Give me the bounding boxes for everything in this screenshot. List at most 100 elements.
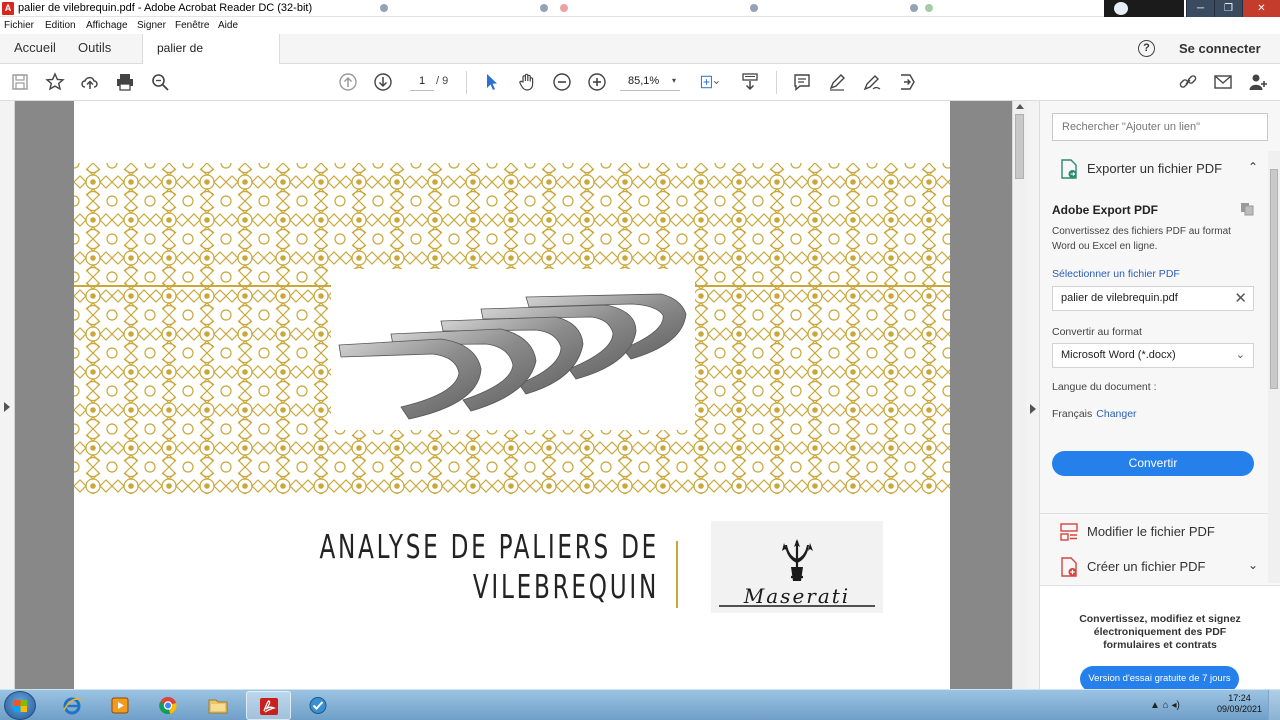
clock-time: 17:24 [1228, 693, 1251, 703]
tools-pane-scrollbar[interactable] [1268, 151, 1280, 583]
export-pdf-tool[interactable]: Exporter un fichier PDF ⌃ [1040, 151, 1268, 187]
selected-file-name: palier de vilebrequin.pdf [1061, 292, 1178, 304]
taskbar-file-explorer[interactable] [196, 691, 241, 720]
tab-document[interactable]: palier de vilebrequin...× [142, 34, 280, 83]
maximize-button[interactable]: ❐ [1214, 0, 1242, 17]
start-button[interactable] [4, 691, 36, 720]
create-pdf-icon [1061, 557, 1077, 577]
zoom-out-icon[interactable] [552, 72, 572, 92]
convert-button[interactable]: Convertir [1052, 451, 1254, 476]
export-card-description: Convertissez des fichiers PDF au format … [1052, 226, 1231, 252]
bookmark-star-icon[interactable] [45, 72, 65, 92]
media-player-icon [111, 697, 129, 714]
remove-file-icon[interactable]: ✕ [1234, 287, 1247, 310]
collapse-right-icon [1030, 404, 1036, 414]
document-title-line-2: VILEBREQUIN [472, 567, 659, 606]
sign-pen-icon[interactable] [862, 72, 882, 92]
comment-icon[interactable] [792, 72, 812, 92]
page-number-input[interactable]: 1 [410, 74, 434, 91]
add-user-icon[interactable] [1248, 72, 1268, 92]
pdf-page: ANALYSE DE PALIERS DE VILEBREQUIN Masera… [74, 101, 950, 689]
background-window-tabs [350, 0, 1100, 17]
convert-format-select[interactable]: Microsoft Word (*.docx) ⌄ [1052, 343, 1254, 368]
select-pdf-link[interactable]: Sélectionner un fichier PDF [1052, 268, 1180, 280]
sign-in-link[interactable]: Se connecter [1179, 41, 1261, 56]
document-language: Français Changer [1052, 408, 1137, 420]
close-button[interactable]: ✕ [1242, 0, 1280, 17]
chevron-down-icon: ⌄ [1235, 349, 1245, 361]
export-card-title: Adobe Export PDF [1052, 203, 1159, 217]
minimize-button[interactable]: ─ [1186, 0, 1214, 17]
expand-left-icon [4, 402, 10, 412]
taskbar-internet-explorer[interactable] [50, 691, 95, 720]
right-panel-toggle[interactable] [1026, 101, 1040, 689]
document-title-line-1: ANALYSE DE PALIERS DE [319, 527, 659, 566]
thrust-washers-image [331, 269, 695, 430]
create-pdf-tool[interactable]: Créer un fichier PDF ⌄ [1040, 549, 1268, 585]
internet-explorer-icon [63, 697, 82, 715]
select-pointer-icon[interactable] [482, 72, 502, 92]
menu-fichier[interactable]: Fichier [4, 20, 34, 31]
maserati-logo: Maserati [711, 521, 883, 613]
change-language-link[interactable]: Changer [1096, 408, 1136, 420]
selected-file-field: palier de vilebrequin.pdf ✕ [1052, 286, 1254, 311]
edit-pdf-icon [1060, 523, 1078, 541]
clock[interactable]: 17:24 09/09/2021 [1217, 693, 1262, 715]
share-send-icon[interactable] [897, 72, 917, 92]
check-app-icon [309, 697, 327, 714]
taskbar-acrobat-reader[interactable] [246, 691, 291, 720]
title-bar: A palier de vilebrequin.pdf - Adobe Acro… [0, 0, 1280, 17]
cloud-upload-icon[interactable] [80, 72, 100, 92]
show-desktop-button[interactable] [1268, 690, 1280, 720]
zoom-level-select[interactable]: 85,1% ▾ [620, 74, 680, 91]
expand-chevron-icon[interactable]: ⌄ [1248, 558, 1258, 572]
acrobat-app-icon: A [2, 2, 14, 15]
highlight-pen-icon[interactable] [827, 72, 847, 92]
menu-affichage[interactable]: Affichage [86, 20, 128, 31]
menu-edition[interactable]: Edition [45, 20, 76, 31]
taskbar-media-player[interactable] [98, 691, 143, 720]
tab-accueil[interactable]: Accueil [0, 34, 70, 64]
left-panel-toggle[interactable] [0, 101, 15, 689]
tools-search-input[interactable]: Rechercher "Ajouter un lien" [1052, 113, 1268, 141]
scroll-mode-icon[interactable] [740, 72, 760, 92]
edit-pdf-tool[interactable]: Modifier le fichier PDF [1040, 513, 1268, 549]
help-icon[interactable]: ? [1138, 40, 1155, 57]
edit-pdf-label: Modifier le fichier PDF [1087, 524, 1215, 539]
zoom-in-icon[interactable] [587, 72, 607, 92]
create-pdf-label: Créer un fichier PDF [1087, 559, 1206, 574]
hand-tool-icon[interactable] [517, 72, 537, 92]
promo-text: Convertissez, modifiez et signez électro… [1079, 613, 1241, 651]
screen-recorder-widget [1104, 0, 1184, 17]
document-scroll-thumb[interactable] [1015, 114, 1024, 179]
tab-outils[interactable]: Outils [64, 34, 125, 64]
document-viewport[interactable]: ANALYSE DE PALIERS DE VILEBREQUIN Masera… [0, 101, 1026, 689]
window-controls: ─ ❐ ✕ [1186, 0, 1280, 17]
page-fit-icon[interactable] [696, 72, 724, 92]
convert-format-label: Convertir au format [1052, 326, 1142, 338]
export-pdf-label: Exporter un fichier PDF [1087, 161, 1223, 176]
menu-fenetre[interactable]: Fenêtre [175, 20, 209, 31]
document-scrollbar[interactable] [1012, 101, 1026, 689]
save-icon[interactable] [10, 72, 30, 92]
link-share-icon[interactable] [1178, 72, 1198, 92]
taskbar-chrome[interactable] [146, 691, 191, 720]
taskbar-task-app[interactable] [296, 691, 341, 720]
clock-date: 09/09/2021 [1216, 704, 1262, 714]
menu-signer[interactable]: Signer [137, 20, 166, 31]
copy-icon[interactable] [1240, 202, 1254, 216]
menu-aide[interactable]: Aide [218, 20, 238, 31]
search-zoom-icon[interactable] [150, 72, 170, 92]
document-language-value: Français [1052, 408, 1093, 420]
previous-page-icon[interactable] [338, 72, 358, 92]
scroll-up-icon[interactable] [1016, 104, 1024, 109]
collapse-chevron-icon[interactable]: ⌃ [1248, 160, 1258, 174]
document-title: ANALYSE DE PALIERS DE VILEBREQUIN [281, 527, 659, 607]
email-icon[interactable] [1213, 72, 1233, 92]
next-page-icon[interactable] [373, 72, 393, 92]
tabs-bar: Accueil Outils palier de vilebrequin...×… [0, 34, 1280, 83]
windows-taskbar: ▲ ⌂ ◂) 17:24 09/09/2021 [0, 689, 1280, 720]
tools-pane-scroll-thumb[interactable] [1270, 169, 1278, 389]
print-icon[interactable] [115, 72, 135, 92]
tray-icons[interactable]: ▲ ⌂ ◂) [1150, 700, 1180, 711]
